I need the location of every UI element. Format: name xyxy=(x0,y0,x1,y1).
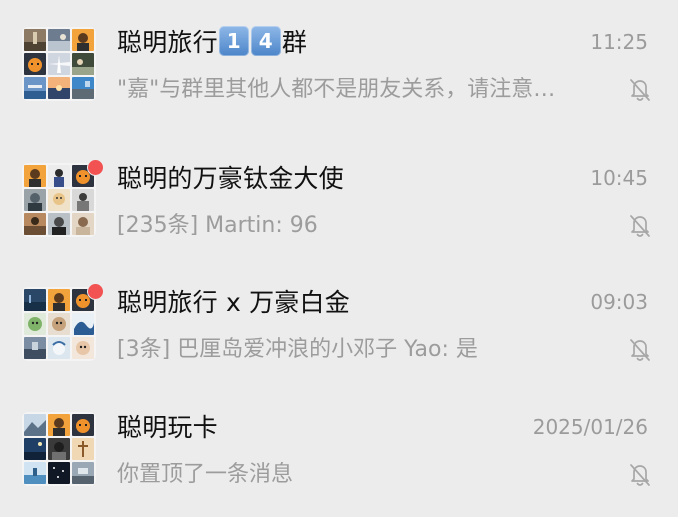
bell-slash-icon xyxy=(627,461,653,487)
avatar-tile xyxy=(24,414,46,436)
avatar-tile xyxy=(72,462,94,484)
group-avatar[interactable] xyxy=(22,287,96,361)
number-badge-icon: 1 xyxy=(218,26,249,56)
chat-title: 聪明旅行 x 万豪白金 xyxy=(117,288,350,317)
avatar-tile xyxy=(72,313,94,335)
avatar-tile xyxy=(24,313,46,335)
avatar-tile xyxy=(24,189,46,211)
avatar-tile xyxy=(72,438,94,460)
chat-row-conversation-1[interactable]: 聪明旅行 1 4 群 11:25 "嘉"与群里其他人都不是朋友关系，请注意… xyxy=(0,0,678,124)
avatar-tile xyxy=(24,77,46,99)
chat-row-conversation-4[interactable]: 聪明玩卡 2025/01/26 你置顶了一条消息 xyxy=(0,385,678,509)
avatar-tile xyxy=(48,438,70,460)
avatar-tile xyxy=(72,213,94,235)
chat-preview: [3条] 巴厘岛爱冲浪的小邓子 Yao: 是 xyxy=(117,337,478,362)
group-avatar[interactable] xyxy=(22,163,96,237)
unread-dot xyxy=(88,284,103,299)
avatar-tile xyxy=(24,29,46,51)
chat-row-conversation-3[interactable]: 聪明旅行 x 万豪白金 09:03 [3条] 巴厘岛爱冲浪的小邓子 Yao: 是 xyxy=(0,260,678,384)
avatar-tile xyxy=(48,165,70,187)
avatar-tile xyxy=(24,213,46,235)
avatar-tile xyxy=(24,462,46,484)
avatar-tile xyxy=(48,53,70,75)
chat-time: 11:25 xyxy=(590,30,648,54)
group-avatar[interactable] xyxy=(22,412,96,486)
avatar-tile xyxy=(24,53,46,75)
bell-slash-icon xyxy=(627,76,653,102)
bell-slash-icon xyxy=(627,212,653,238)
chat-title-text: 聪明旅行 xyxy=(117,28,218,57)
bell-slash-icon xyxy=(627,336,653,362)
chat-preview: 你置顶了一条消息 xyxy=(117,462,294,487)
avatar-tile xyxy=(72,77,94,99)
avatar-tile xyxy=(24,289,46,311)
chat-title: 聪明的万豪钛金大使 xyxy=(117,164,344,193)
chat-row-conversation-2[interactable]: 聪明的万豪钛金大使 10:45 [235条] Martin: 96 xyxy=(0,136,678,260)
avatar-tile xyxy=(48,189,70,211)
avatar-tile xyxy=(48,313,70,335)
chat-time: 10:45 xyxy=(590,166,648,190)
avatar-tile xyxy=(48,289,70,311)
avatar-tile xyxy=(24,337,46,359)
avatar-tile xyxy=(48,29,70,51)
chat-preview: [235条] Martin: 96 xyxy=(117,213,318,238)
chat-title: 聪明旅行 1 4 群 xyxy=(117,24,307,62)
avatar-tile xyxy=(24,165,46,187)
avatar-tile xyxy=(48,462,70,484)
avatar-tile xyxy=(72,414,94,436)
chat-title-suffix: 群 xyxy=(281,28,308,57)
chat-title: 聪明玩卡 xyxy=(117,413,218,442)
avatar-tile xyxy=(48,213,70,235)
chat-preview: "嘉"与群里其他人都不是朋友关系，请注意… xyxy=(117,77,556,102)
chat-list: 聪明旅行 1 4 群 11:25 "嘉"与群里其他人都不是朋友关系，请注意… 聪明的万… xyxy=(0,0,678,517)
unread-dot xyxy=(88,160,103,175)
avatar-tile xyxy=(72,53,94,75)
avatar-tile xyxy=(72,189,94,211)
avatar-tile xyxy=(72,337,94,359)
avatar-tile xyxy=(48,337,70,359)
group-avatar[interactable] xyxy=(22,27,96,101)
number-badge-icon: 4 xyxy=(250,26,281,56)
chat-time: 09:03 xyxy=(590,290,648,314)
avatar-tile xyxy=(48,77,70,99)
chat-time: 2025/01/26 xyxy=(532,415,648,439)
avatar-tile xyxy=(72,29,94,51)
avatar-tile xyxy=(48,414,70,436)
avatar-tile xyxy=(24,438,46,460)
